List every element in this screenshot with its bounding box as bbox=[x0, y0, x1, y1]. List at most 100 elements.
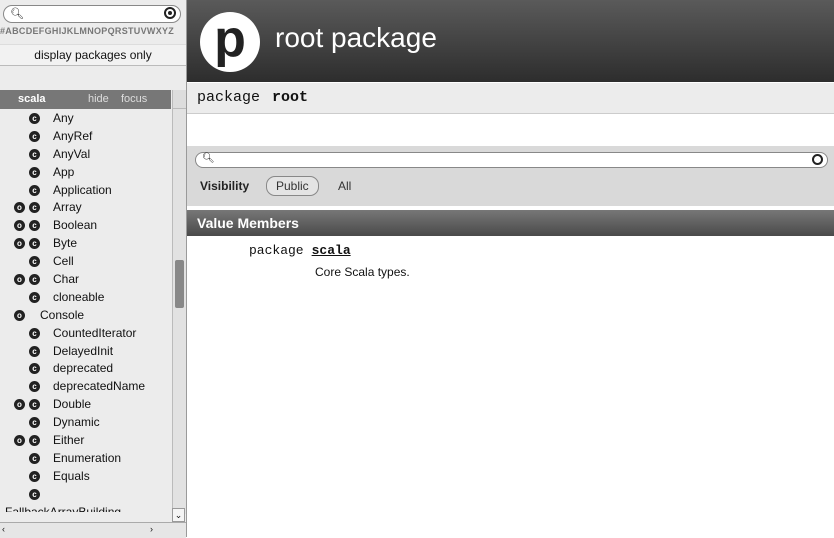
class-icon[interactable]: c bbox=[29, 291, 40, 303]
class-icon[interactable]: c bbox=[29, 470, 40, 482]
letter-index[interactable]: #ABCDEFGHIJKLMNOPQRSTUVWXYZ bbox=[0, 26, 186, 36]
clear-search-icon[interactable] bbox=[812, 154, 823, 165]
visibility-all-button[interactable]: All bbox=[338, 179, 351, 193]
focus-link[interactable]: focus bbox=[121, 90, 147, 109]
class-icon[interactable]: c bbox=[29, 327, 40, 339]
class-icon[interactable]: c bbox=[29, 166, 40, 178]
type-list-item[interactable]: c Equals bbox=[0, 468, 171, 486]
type-name[interactable]: AnyVal bbox=[53, 146, 90, 164]
type-list: c Any c AnyRef c AnyVal c App c Application o c Arra… bbox=[0, 110, 171, 512]
type-name[interactable]: Either bbox=[53, 432, 84, 450]
type-list-item[interactable]: o c Byte bbox=[0, 235, 171, 253]
package-header[interactable]: scala hide focus bbox=[0, 90, 171, 109]
signature-name: root bbox=[272, 89, 309, 106]
class-icon[interactable]: c bbox=[29, 399, 40, 411]
type-list-item[interactable]: FallbackArrayBuilding bbox=[0, 504, 171, 512]
type-name[interactable]: Cell bbox=[53, 253, 74, 271]
type-name[interactable]: Enumeration bbox=[53, 450, 121, 468]
object-icon[interactable]: o bbox=[14, 220, 25, 232]
type-name[interactable]: cloneable bbox=[53, 289, 104, 307]
sidebar-search-input[interactable]: 🔍︎ bbox=[3, 5, 181, 23]
sidebar-scrollbar[interactable] bbox=[172, 90, 186, 514]
member-name-link[interactable]: scala bbox=[312, 243, 351, 258]
class-icon[interactable]: c bbox=[29, 130, 40, 142]
type-name[interactable]: Array bbox=[53, 199, 82, 217]
object-icon[interactable]: o bbox=[14, 309, 25, 321]
class-icon[interactable]: c bbox=[29, 381, 40, 393]
object-icon[interactable]: o bbox=[14, 238, 25, 250]
scroll-thumb[interactable] bbox=[175, 260, 184, 308]
type-list-item[interactable]: c Any bbox=[0, 110, 171, 128]
type-list-item[interactable]: o c Array bbox=[0, 199, 171, 217]
type-name[interactable]: deprecatedName bbox=[53, 378, 145, 396]
scroll-down-button[interactable]: ⌄ bbox=[172, 508, 185, 522]
class-icon[interactable]: c bbox=[29, 256, 40, 268]
type-name[interactable]: Application bbox=[53, 182, 112, 200]
type-list-item[interactable]: c AnyVal bbox=[0, 146, 171, 164]
class-icon[interactable]: c bbox=[29, 435, 40, 447]
type-name[interactable]: Dynamic bbox=[53, 414, 100, 432]
type-list-item[interactable]: c deprecatedName bbox=[0, 378, 171, 396]
class-icon[interactable]: c bbox=[29, 202, 40, 214]
visibility-public-button[interactable]: Public bbox=[266, 176, 319, 196]
type-name[interactable]: Char bbox=[53, 271, 79, 289]
object-icon[interactable]: o bbox=[14, 399, 25, 411]
class-icon[interactable]: c bbox=[29, 488, 40, 500]
type-list-item[interactable]: o c Either bbox=[0, 432, 171, 450]
scroll-up-button[interactable] bbox=[173, 90, 186, 109]
type-list-item[interactable]: o c Char bbox=[0, 271, 171, 289]
class-icon[interactable]: c bbox=[29, 452, 40, 464]
type-list-item[interactable]: c Application bbox=[0, 182, 171, 200]
class-icon[interactable]: c bbox=[29, 220, 40, 232]
value-members-header: Value Members bbox=[187, 210, 834, 236]
object-icon[interactable]: o bbox=[14, 435, 25, 447]
type-list-item[interactable]: o Console bbox=[0, 307, 171, 325]
type-name[interactable]: App bbox=[53, 164, 74, 182]
type-name[interactable]: FallbackArrayBuilding bbox=[5, 504, 121, 512]
type-list-item[interactable]: c CountedIterator bbox=[0, 325, 171, 343]
value-members-title: Value Members bbox=[197, 215, 299, 231]
class-icon[interactable]: c bbox=[29, 417, 40, 429]
class-icon[interactable]: c bbox=[29, 345, 40, 357]
type-name[interactable]: Any bbox=[53, 110, 74, 128]
display-packages-only-button[interactable]: display packages only bbox=[0, 44, 186, 66]
class-icon[interactable]: c bbox=[29, 113, 40, 124]
logo-letter: p bbox=[214, 10, 246, 68]
type-name[interactable]: CountedIterator bbox=[53, 325, 136, 343]
page-title: root package bbox=[275, 22, 437, 53]
type-name[interactable]: AnyRef bbox=[53, 128, 92, 146]
type-list-item[interactable]: c Cell bbox=[0, 253, 171, 271]
type-list-item[interactable]: c bbox=[0, 486, 171, 504]
type-list-item[interactable]: c AnyRef bbox=[0, 128, 171, 146]
scroll-right-icon[interactable]: › bbox=[150, 524, 153, 534]
signature-keyword: package bbox=[197, 89, 261, 106]
package-name[interactable]: scala bbox=[18, 90, 46, 109]
type-list-item[interactable]: c Dynamic bbox=[0, 414, 171, 432]
type-list-item[interactable]: c Enumeration bbox=[0, 450, 171, 468]
type-list-item[interactable]: c DelayedInit bbox=[0, 343, 171, 361]
member-search-input[interactable]: 🔍︎ bbox=[195, 152, 828, 168]
type-name[interactable]: Boolean bbox=[53, 217, 97, 235]
type-name[interactable]: deprecated bbox=[53, 360, 113, 378]
horizontal-scrollbar[interactable]: ‹ › bbox=[0, 522, 186, 538]
class-icon[interactable]: c bbox=[29, 363, 40, 375]
hide-link[interactable]: hide bbox=[88, 90, 109, 109]
type-name[interactable]: Byte bbox=[53, 235, 77, 253]
type-name[interactable]: DelayedInit bbox=[53, 343, 113, 361]
class-icon[interactable]: c bbox=[29, 148, 40, 160]
type-name[interactable]: Equals bbox=[53, 468, 90, 486]
object-icon[interactable]: o bbox=[14, 202, 25, 214]
type-list-item[interactable]: o c Boolean bbox=[0, 217, 171, 235]
type-name[interactable]: Double bbox=[53, 396, 91, 414]
type-name[interactable]: Console bbox=[40, 307, 84, 325]
type-list-item[interactable]: o c Double bbox=[0, 396, 171, 414]
class-icon[interactable]: c bbox=[29, 184, 40, 196]
type-list-item[interactable]: c cloneable bbox=[0, 289, 171, 307]
type-list-item[interactable]: c App bbox=[0, 164, 171, 182]
class-icon[interactable]: c bbox=[29, 274, 40, 286]
scroll-left-icon[interactable]: ‹ bbox=[2, 524, 5, 534]
clear-search-icon[interactable] bbox=[164, 7, 176, 19]
type-list-item[interactable]: c deprecated bbox=[0, 360, 171, 378]
class-icon[interactable]: c bbox=[29, 238, 40, 250]
object-icon[interactable]: o bbox=[14, 274, 25, 286]
